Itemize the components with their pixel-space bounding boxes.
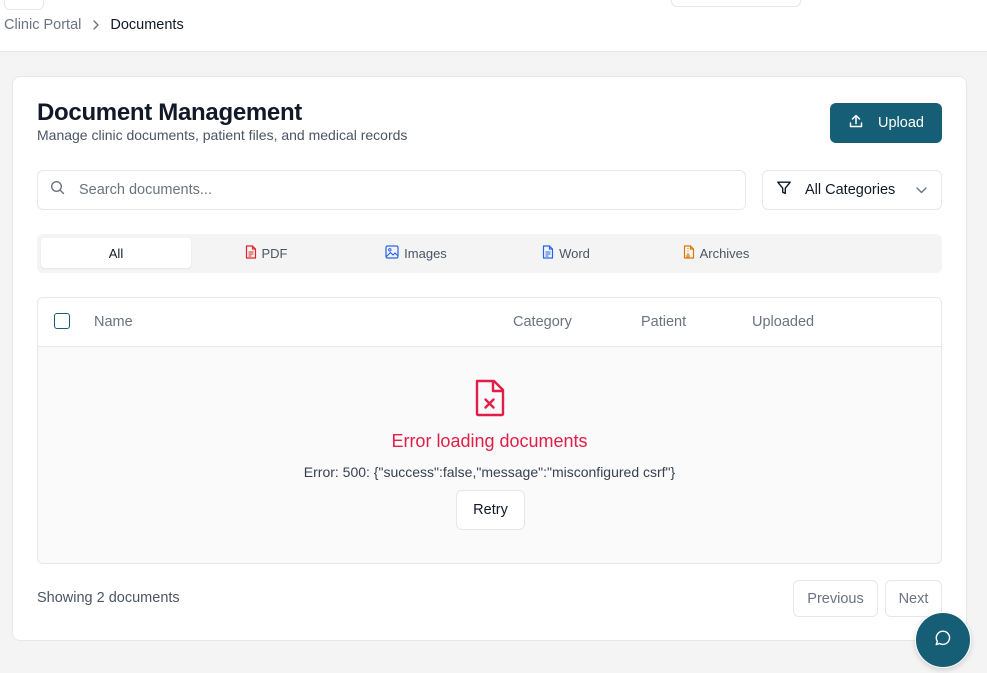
top-bar: Clinic Portal Documents (0, 0, 987, 52)
breadcrumb-root-link[interactable]: Clinic Portal (4, 16, 81, 34)
image-icon (385, 244, 399, 262)
column-header-name[interactable]: Name (94, 314, 133, 330)
search-icon (50, 180, 65, 200)
chevron-down-icon (916, 186, 927, 194)
tab-archives[interactable]: Archives (641, 238, 791, 268)
tab-label: Archives (699, 245, 750, 261)
tab-all[interactable]: All (41, 238, 191, 268)
word-file-icon (542, 244, 554, 262)
column-header-category[interactable]: Category (513, 314, 572, 330)
table-header: Name Category Patient Uploaded (38, 298, 941, 347)
category-select[interactable]: All Categories (762, 170, 942, 210)
menu-toggle-button[interactable] (4, 0, 44, 10)
top-search-button[interactable] (671, 0, 801, 7)
chat-bubble-icon (934, 629, 952, 652)
tab-label: Images (404, 245, 447, 261)
breadcrumb: Clinic Portal Documents (4, 16, 184, 34)
upload-icon (848, 113, 864, 133)
tab-label: Word (559, 245, 590, 261)
tab-pdf[interactable]: PDF (191, 238, 341, 268)
tab-label: All (108, 245, 124, 261)
documents-card: Document Management Manage clinic docume… (12, 76, 967, 641)
category-select-value: All Categories (805, 182, 896, 198)
breadcrumb-current: Documents (110, 17, 184, 33)
upload-button[interactable]: Upload (830, 103, 942, 143)
retry-button[interactable]: Retry (456, 490, 525, 530)
error-title: Error loading documents (391, 431, 588, 451)
error-message: Error: 500: {"success":false,"message":"… (303, 464, 676, 480)
pdf-file-icon (245, 244, 257, 262)
page-title: Document Management (37, 99, 303, 126)
upload-button-label: Upload (878, 115, 924, 131)
chat-button[interactable] (915, 612, 971, 668)
column-header-patient[interactable]: Patient (641, 314, 686, 330)
filter-icon (776, 180, 792, 200)
column-header-uploaded[interactable]: Uploaded (752, 314, 814, 330)
document-count: Showing 2 documents (37, 590, 180, 606)
archive-file-icon (683, 244, 695, 262)
file-type-tabs: All PDF Images Word Archives (37, 234, 942, 273)
page-subtitle: Manage clinic documents, patient files, … (37, 127, 408, 143)
previous-page-button[interactable]: Previous (793, 580, 878, 617)
search-input[interactable] (79, 182, 719, 198)
next-page-button[interactable]: Next (885, 580, 942, 617)
select-all-checkbox[interactable] (54, 313, 70, 329)
file-error-icon (474, 379, 506, 422)
tab-word[interactable]: Word (491, 238, 641, 268)
documents-table: Name Category Patient Uploaded Error loa… (37, 297, 942, 564)
chevron-right-icon (92, 20, 100, 30)
table-body: Error loading documents Error: 500: {"su… (38, 347, 941, 563)
tab-label: PDF (261, 245, 288, 261)
search-box[interactable] (37, 170, 746, 210)
tab-images[interactable]: Images (341, 238, 491, 268)
